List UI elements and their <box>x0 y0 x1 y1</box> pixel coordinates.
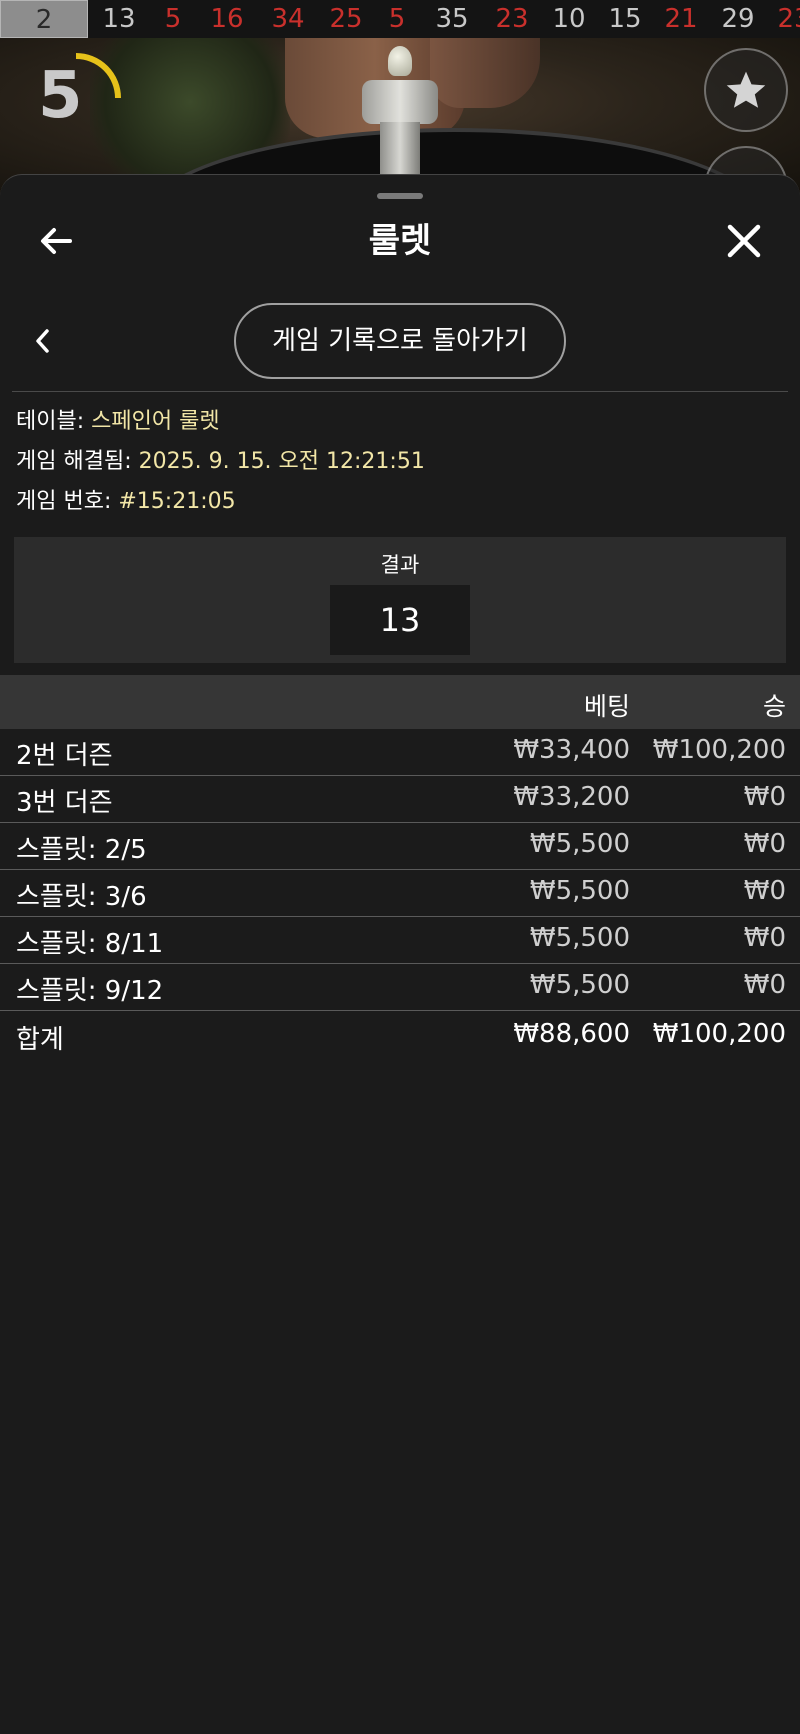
star-icon <box>726 71 766 108</box>
header-win: 승 <box>762 692 786 721</box>
table-info: 테이블: 스페인어 룰렛 <box>16 407 220 437</box>
table-row: 3번 더즌 ₩33,200 ₩0 <box>0 776 800 823</box>
result-number: 21 <box>664 4 698 34</box>
table-row: 스플릿: 8/11 ₩5,500 ₩0 <box>0 917 800 964</box>
bet-name: 스플릿: 9/12 <box>16 976 164 1006</box>
result-number: 29 <box>721 4 755 34</box>
page-title: 룰렛 <box>368 221 432 261</box>
total-bet: ₩88,600 <box>513 1019 630 1049</box>
result-number: 16 <box>210 4 244 34</box>
back-to-history-button[interactable]: 게임 기록으로 돌아가기 <box>234 303 566 379</box>
bet-name: 스플릿: 2/5 <box>16 835 147 865</box>
win-amount: ₩0 <box>743 970 786 1000</box>
win-amount: ₩100,200 <box>652 735 786 765</box>
game-number-value: #15:21:05 <box>118 489 236 514</box>
bet-amount: ₩33,400 <box>513 735 630 765</box>
sheet-drag-handle[interactable] <box>377 193 423 199</box>
game-number-info: 게임 번호: #15:21:05 <box>16 487 236 517</box>
result-number: 23 <box>495 4 529 34</box>
table-label: 테이블: <box>16 409 85 434</box>
resolved-value: 2025. 9. 15. 오전 12:21:51 <box>138 449 425 474</box>
countdown-timer: 5 <box>38 59 83 133</box>
result-label: 결과 <box>380 553 420 577</box>
result-number: 34 <box>271 4 305 34</box>
result-number: 10 <box>552 4 586 34</box>
result-number: 5 <box>164 4 182 34</box>
result-number: 5 <box>388 4 406 34</box>
game-number-label: 게임 번호: <box>16 489 112 514</box>
divider <box>12 391 788 392</box>
table-header: 베팅 승 <box>0 675 800 729</box>
bet-amount: ₩5,500 <box>529 829 630 859</box>
total-label: 합계 <box>16 1025 64 1055</box>
close-icon[interactable] <box>724 221 764 261</box>
result-panel: 결과 13 <box>14 537 786 663</box>
bet-amount: ₩5,500 <box>529 970 630 1000</box>
table-row: 스플릿: 3/6 ₩5,500 ₩0 <box>0 870 800 917</box>
bet-amount: ₩5,500 <box>529 876 630 906</box>
result-number: 25 <box>329 4 363 34</box>
result-number: 23 <box>777 4 800 34</box>
total-row: 합계 ₩88,600 ₩100,200 <box>0 1011 800 1059</box>
wheel-turret-body <box>362 80 438 124</box>
bet-amount: ₩5,500 <box>529 923 630 953</box>
bet-name: 스플릿: 8/11 <box>16 929 164 959</box>
bet-name: 스플릿: 3/6 <box>16 882 147 912</box>
total-win: ₩100,200 <box>652 1019 786 1049</box>
win-amount: ₩0 <box>743 876 786 906</box>
bet-amount: ₩33,200 <box>513 782 630 812</box>
game-detail-sheet: 룰렛 게임 기록으로 돌아가기 테이블: 스페인어 룰렛 게임 해결됨: 202… <box>0 174 800 1734</box>
wheel-turret <box>388 46 412 76</box>
table-row: 2번 더즌 ₩33,400 ₩100,200 <box>0 729 800 776</box>
header-bet: 베팅 <box>583 692 630 721</box>
favorite-button[interactable] <box>704 48 788 132</box>
table-row: 스플릿: 9/12 ₩5,500 ₩0 <box>0 964 800 1011</box>
win-amount: ₩0 <box>743 829 786 859</box>
result-number: 13 <box>102 4 136 34</box>
result-number: 2 <box>0 0 88 38</box>
win-amount: ₩0 <box>743 923 786 953</box>
resolved-label: 게임 해결됨: <box>16 449 132 474</box>
result-value: 13 <box>330 585 470 655</box>
result-number: 15 <box>608 4 642 34</box>
table-value: 스페인어 룰렛 <box>91 409 220 434</box>
bet-name: 2번 더즌 <box>16 741 113 771</box>
bets-table: 베팅 승 2번 더즌 ₩33,400 ₩100,200 3번 더즌 ₩33,20… <box>0 675 800 1059</box>
bet-name: 3번 더즌 <box>16 788 113 818</box>
dealer-arm <box>430 38 540 108</box>
resolved-info: 게임 해결됨: 2025. 9. 15. 오전 12:21:51 <box>16 447 425 477</box>
win-amount: ₩0 <box>743 782 786 812</box>
result-number: 35 <box>435 4 469 34</box>
chevron-left-icon[interactable] <box>30 325 56 357</box>
recent-results-strip: 2 13 5 16 34 25 5 35 23 10 15 21 29 23 <box>0 0 800 38</box>
table-row: 스플릿: 2/5 ₩5,500 ₩0 <box>0 823 800 870</box>
